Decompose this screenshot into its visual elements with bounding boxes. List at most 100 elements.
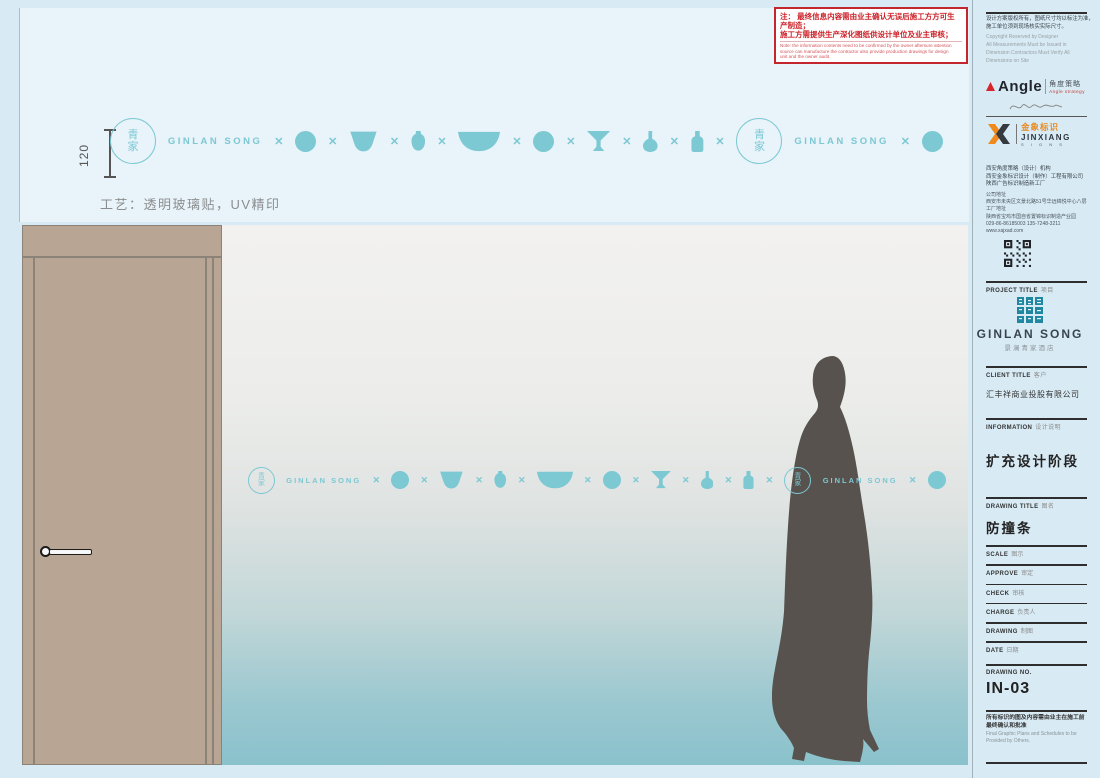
- footnote-en: Final Graphic Plans and Schedules to beP…: [986, 731, 1077, 745]
- drawing-no-label: DRAWING NO.: [986, 670, 1032, 676]
- project-name-cn: 景澜青家酒店: [973, 342, 1087, 352]
- text-line: Provided by Others.: [986, 738, 1077, 745]
- x-separator-icon: ✕: [670, 135, 679, 148]
- label-cn: 项目: [1041, 288, 1054, 294]
- x-separator-icon: ✕: [566, 135, 575, 148]
- label-cn: 图名: [1042, 504, 1055, 510]
- field-label: CHARGE负责人: [986, 607, 1035, 616]
- x-separator-icon: ✕: [274, 135, 283, 148]
- cup-icon: [349, 131, 378, 152]
- x-separator-icon: ✕: [901, 135, 910, 148]
- bowl-icon: [537, 471, 573, 489]
- door-stile-line: [33, 258, 35, 764]
- jinxiang-en: JINXIANG: [1021, 133, 1071, 142]
- field-label: DATE日期: [986, 645, 1019, 654]
- text-line: 最终确认和批准: [986, 723, 1085, 731]
- divider: [986, 641, 1087, 643]
- note-cn-lines: 注： 最终信息内容需由业主确认无误后施工方方可生产制造；施工方需提供生产深化图纸…: [780, 12, 962, 39]
- text-line: 施工方需提供生产深化图纸供设计单位及业主审核；: [780, 30, 962, 39]
- field-label: SCALE图示: [986, 549, 1023, 558]
- signage-band-elevation: 青家GINLAN SONG✕✕✕✕✕✕✕✕✕青家GINLAN SONG✕: [248, 458, 946, 502]
- divider: [986, 584, 1087, 586]
- divider: [986, 366, 1087, 368]
- handle-lever: [49, 549, 92, 555]
- vase-icon: [494, 471, 507, 489]
- door-stile-line: [205, 258, 207, 764]
- divider: [986, 12, 1087, 14]
- label-en: DRAWING NO.: [986, 670, 1032, 676]
- circle-icon: [603, 471, 621, 489]
- divider: [986, 545, 1087, 547]
- brand-text: GINLAN SONG: [286, 476, 361, 485]
- label-en: INFORMATION: [986, 425, 1032, 431]
- label-cn: 设计说明: [1035, 425, 1061, 431]
- field-check: CHECK审核: [973, 584, 1100, 603]
- drawing-sheet: 120 工艺：透明玻璃贴，UV精印 青家GINLAN SONG✕✕✕✕✕✕✕✕✕…: [0, 0, 1100, 778]
- text-line: Dimensions on Site: [986, 57, 1070, 65]
- divider: [986, 281, 1087, 283]
- divider: [986, 603, 1087, 605]
- x-separator-icon: ✕: [372, 475, 380, 486]
- seal-pattern-icon: [1016, 296, 1044, 324]
- text-line: Note: the information contents need to b…: [780, 43, 962, 49]
- text-line: 工厂地址: [986, 206, 1087, 213]
- process-note: 工艺：透明玻璃贴，UV精印: [100, 194, 281, 213]
- jinxiang-cn: 金象标识: [1021, 121, 1071, 133]
- x-separator-icon: ✕: [475, 475, 483, 486]
- drawing-title-label: DRAWING TITLE图名: [986, 501, 1054, 510]
- drawing-number: IN-03: [986, 680, 1030, 698]
- field-scale: SCALE图示: [973, 545, 1100, 564]
- angle-logo-tagline: 角度策略 Angle strategy: [1049, 79, 1085, 94]
- field-label: APPROVE审定: [986, 568, 1033, 577]
- jinxiang-sub: S I G N S: [1021, 142, 1071, 147]
- brand-text: GINLAN SONG: [168, 136, 263, 147]
- text-line: All Measurements Must be Issued in: [986, 41, 1070, 49]
- qr-code: [1004, 240, 1031, 267]
- qingjia-roundel-logo: 青家: [248, 467, 275, 494]
- jinxiang-text: 金象标识 JINXIANG S I G N S: [1021, 121, 1071, 147]
- flask-icon: [701, 471, 714, 489]
- client-name: 汇丰祥商业投股有限公司: [986, 389, 1080, 400]
- text-line: 设计方案版权所有，图纸尺寸均以标注为准，: [986, 16, 1094, 24]
- angle-en: Angle strategy: [1049, 89, 1085, 94]
- title-block: 设计方案版权所有，图纸尺寸均以标注为准，施工单位须到现场核实实际尺寸。 Copy…: [972, 0, 1100, 778]
- company-lines: 西安角度策略（设计）机构西安金象标识设计（制作）工程有限公司陕西广告标识制造新工…: [986, 166, 1083, 189]
- text-line: 029-86-86185003 135-7248-3211: [986, 221, 1087, 228]
- divider: [986, 762, 1087, 764]
- footnote-cn: 所有标识的图及内容需由业主在施工前最终确认和批准: [986, 715, 1085, 730]
- text-line: 西安金象标识设计（制作）工程有限公司: [986, 174, 1083, 182]
- text-line: 注： 最终信息内容需由业主确认无误后施工方方可生产制造；: [780, 12, 962, 30]
- x-separator-icon: ✕: [725, 475, 733, 486]
- x-separator-icon: ✕: [584, 475, 592, 486]
- angle-wordmark: Angle: [998, 78, 1042, 95]
- signage-band-top: 青家GINLAN SONG✕✕✕✕✕✕✕✕✕青家GINLAN SONG✕: [110, 115, 943, 167]
- circle-icon: [928, 471, 946, 489]
- door-transom: [23, 226, 221, 258]
- angle-logo: Angle 角度策略 Angle strategy: [986, 78, 1085, 95]
- information-label: INFORMATION设计说明: [986, 422, 1061, 431]
- divider: [986, 710, 1087, 712]
- x-separator-icon: ✕: [390, 135, 399, 148]
- jinxiang-x-icon: [986, 124, 1012, 144]
- x-separator-icon: ✕: [766, 475, 774, 486]
- vase-icon: [411, 131, 426, 152]
- divider: [986, 497, 1087, 499]
- project-name: GINLAN SONG: [973, 327, 1087, 341]
- divider: [1045, 79, 1046, 94]
- martini-icon: [651, 471, 671, 489]
- angle-cn: 角度策略: [1049, 79, 1085, 89]
- client-title-label: CLIENT TITLE客户: [986, 370, 1047, 379]
- x-separator-icon: ✕: [512, 135, 521, 148]
- qingjia-roundel-logo: 青家: [110, 118, 156, 164]
- door-stile-line: [212, 258, 214, 764]
- ginlan-seal-logo: [973, 296, 1087, 329]
- text-line: Final Graphic Plans and Schedules to be: [986, 731, 1077, 738]
- x-separator-icon: ✕: [632, 475, 640, 486]
- field-label: DRAWING制图: [986, 626, 1033, 635]
- qingjia-roundel-logo: 青家: [736, 118, 782, 164]
- x-separator-icon: ✕: [421, 475, 429, 486]
- x-separator-icon: ✕: [909, 475, 917, 486]
- text-line: 西安角度策略（设计）机构: [986, 166, 1083, 174]
- circle-icon: [391, 471, 409, 489]
- label-en: DRAWING TITLE: [986, 504, 1039, 510]
